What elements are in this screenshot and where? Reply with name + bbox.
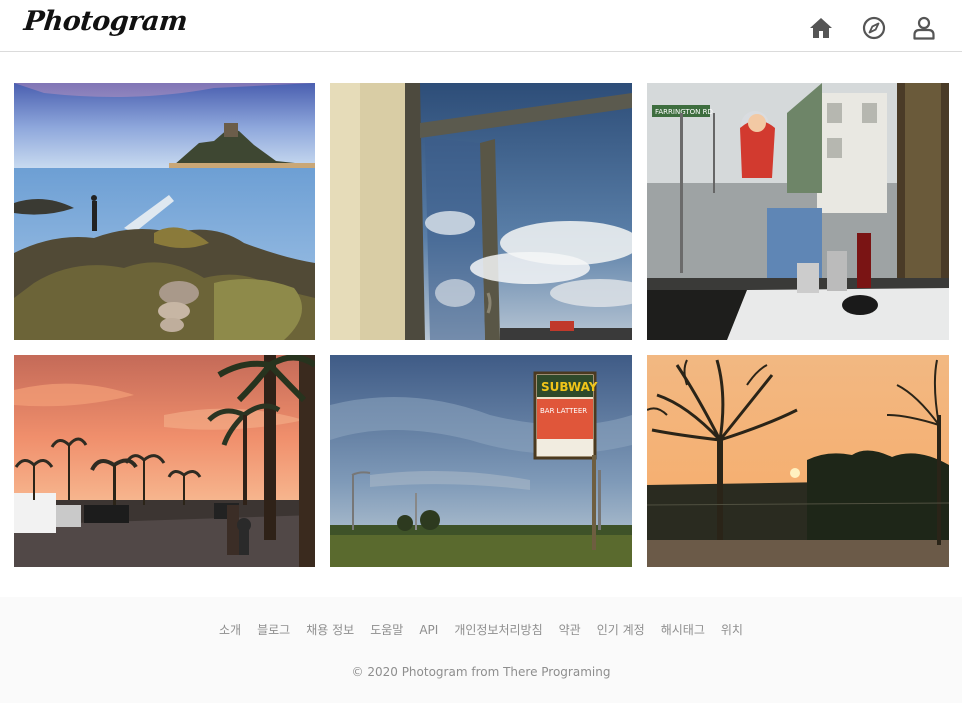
top-navbar: Photogram xyxy=(0,0,962,52)
footer-link-locations[interactable]: 위치 xyxy=(721,623,743,637)
footer-link-help[interactable]: 도움말 xyxy=(370,623,403,637)
footer-link-top-accounts[interactable]: 인기 계정 xyxy=(597,623,645,637)
copyright-text: © 2020 Photogram from There Programing xyxy=(351,665,611,679)
footer-link-jobs[interactable]: 채용 정보 xyxy=(306,623,354,637)
photo-tile-window-reflection[interactable] xyxy=(330,83,632,340)
photogram-logo[interactable]: Photogram xyxy=(22,6,188,37)
user-icon[interactable] xyxy=(911,15,937,41)
photo-tile-diner-window[interactable]: FARRINGTON RD xyxy=(647,83,949,340)
footer-link-blog[interactable]: 블로그 xyxy=(257,623,290,637)
footer-link-about[interactable]: 소개 xyxy=(219,623,241,637)
photo-tile-subway-sign[interactable]: SUBWAY BAR LATTEER xyxy=(330,355,632,567)
footer-links: 소개 블로그 채용 정보 도움말 API 개인정보처리방침 약관 인기 계정 해시태그 위치 xyxy=(0,621,962,638)
street-sign-text: FARRINGTON RD xyxy=(655,108,713,116)
footer-link-terms[interactable]: 약관 xyxy=(559,623,581,637)
subway-sign-text: SUBWAY xyxy=(541,380,598,394)
footer: 소개 블로그 채용 정보 도움말 API 개인정보처리방침 약관 인기 계정 해시태그 위치 © … xyxy=(0,597,962,703)
photo-tile-island-castle[interactable] xyxy=(14,83,315,340)
home-icon[interactable] xyxy=(808,15,834,41)
subway-subsign-text: BAR LATTEER xyxy=(540,407,587,415)
photo-tile-palm-sunset[interactable] xyxy=(14,355,315,567)
footer-link-privacy[interactable]: 개인정보처리방침 xyxy=(454,623,542,637)
footer-link-api[interactable]: API xyxy=(419,623,438,637)
footer-link-hashtags[interactable]: 해시태그 xyxy=(661,623,705,637)
photo-tile-tree-sunset[interactable] xyxy=(647,355,949,567)
compass-icon[interactable] xyxy=(861,15,887,41)
